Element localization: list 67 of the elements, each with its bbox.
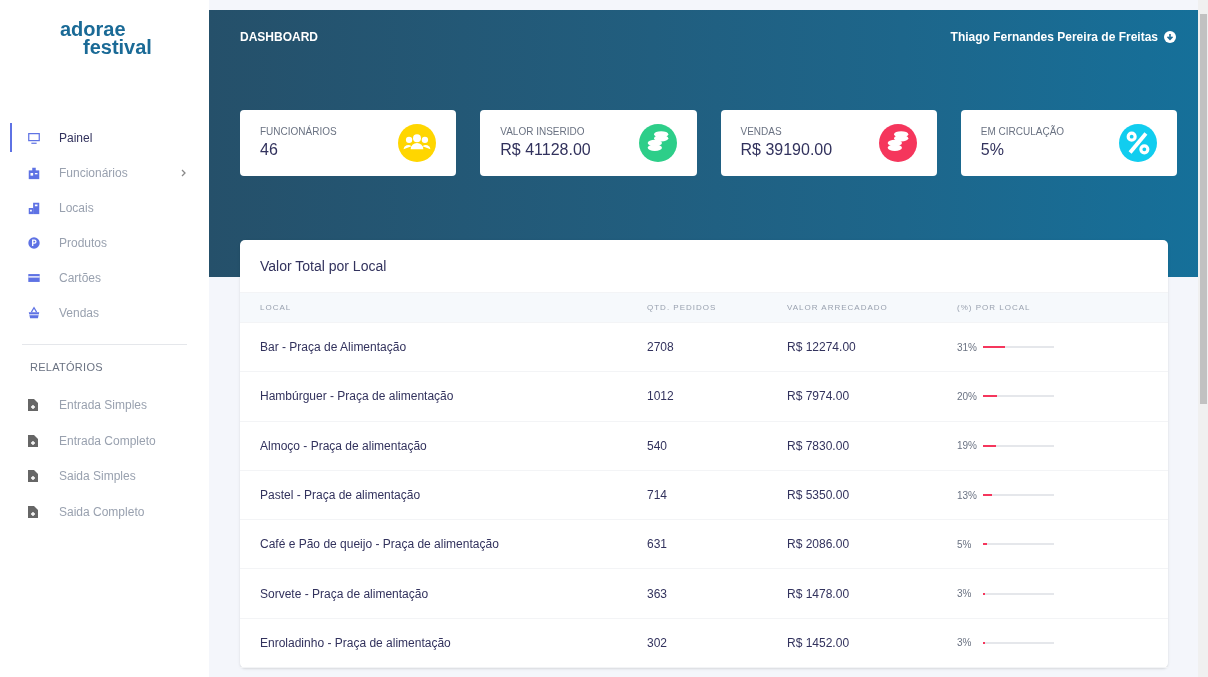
file-plus-icon bbox=[27, 398, 39, 413]
table-cell-text: 714 bbox=[647, 487, 669, 505]
nav-item[interactable]: Painel bbox=[0, 120, 209, 155]
section-title: RELATÓRIOS bbox=[29, 360, 104, 375]
table-cell-text: Pastel - Praça de alimentação bbox=[260, 487, 422, 505]
table-title: Valor Total por Local bbox=[259, 256, 388, 276]
monitor-icon bbox=[27, 130, 41, 145]
basket-icon bbox=[27, 305, 41, 320]
nav-item[interactable]: Vendas bbox=[0, 295, 209, 330]
stat-label: EM CIRCULAÇÃO bbox=[980, 125, 1065, 139]
table-cell-text: Bar - Praça de Alimentação bbox=[260, 339, 408, 357]
percent-label: 13% bbox=[957, 488, 978, 503]
table-cell-text: 302 bbox=[647, 634, 669, 652]
table-cell-text: R$ 5350.00 bbox=[787, 487, 851, 505]
stat-label: VALOR INSERIDO bbox=[500, 125, 586, 139]
column-header: LOCAL bbox=[260, 301, 293, 314]
table-cell-text: 540 bbox=[647, 437, 669, 455]
table-cell-text: R$ 7974.00 bbox=[787, 388, 851, 406]
logo-text: festival bbox=[82, 38, 153, 56]
table-cell-text: R$ 1478.00 bbox=[787, 585, 851, 603]
column-header: VALOR ARRECADADO bbox=[787, 301, 889, 314]
percent-label: 20% bbox=[957, 389, 978, 404]
p-icon bbox=[27, 235, 41, 250]
table-cell-text: 363 bbox=[647, 585, 669, 603]
nav-item[interactable]: Produtos bbox=[0, 225, 209, 260]
column-header: QTD. PEDIDOS bbox=[647, 301, 718, 314]
file-plus-icon bbox=[27, 469, 39, 484]
report-item[interactable]: Entrada Completo bbox=[0, 423, 209, 459]
percent-label: 19% bbox=[957, 439, 978, 454]
table-cell-text: 2708 bbox=[647, 339, 675, 357]
stat-label: VENDAS bbox=[740, 125, 783, 139]
badge-icon bbox=[27, 165, 41, 180]
table-cell-text: 631 bbox=[647, 536, 669, 554]
nav-item[interactable]: Funcionários bbox=[0, 155, 209, 190]
table-cell-text: 1012 bbox=[647, 388, 675, 406]
user-menu[interactable]: Thiago Fernandes Pereira de Freitas bbox=[950, 28, 1176, 46]
percent-label: 3% bbox=[957, 587, 973, 602]
table-cell-text: R$ 12274.00 bbox=[787, 339, 857, 357]
report-item[interactable]: Saida Completo bbox=[0, 494, 209, 530]
table-cell-text: Hambúrguer - Praça de alimentação bbox=[260, 388, 455, 406]
table-cell-text: Almoço - Praça de alimentação bbox=[260, 437, 428, 455]
table-cell-text: Café e Pão de queijo - Praça de alimentação bbox=[260, 536, 500, 554]
chevron-down-icon bbox=[1164, 31, 1176, 43]
column-header: (%) POR LOCAL bbox=[957, 301, 1032, 314]
nav-item[interactable]: Locais bbox=[0, 190, 209, 225]
stat-value: 46 bbox=[260, 140, 279, 160]
report-item[interactable]: Saida Simples bbox=[0, 458, 209, 494]
stat-value: 5% bbox=[980, 140, 1005, 160]
percent-label: 3% bbox=[957, 636, 973, 651]
table-cell-text: R$ 2086.00 bbox=[787, 536, 851, 554]
stat-label: FUNCIONÁRIOS bbox=[260, 125, 337, 139]
table-cell-text: Sorvete - Praça de alimentação bbox=[260, 585, 430, 603]
page-title: DASHBOARD bbox=[240, 29, 318, 46]
logo-text: adorae bbox=[60, 20, 126, 38]
scrollbar[interactable] bbox=[1198, 0, 1208, 677]
stat-value: R$ 39190.00 bbox=[740, 140, 833, 160]
table-cell-text: Enroladinho - Praça de alimentação bbox=[260, 634, 452, 652]
report-item[interactable]: Entrada Simples bbox=[0, 387, 209, 423]
percent-label: 5% bbox=[957, 537, 973, 552]
building-icon bbox=[27, 200, 41, 215]
percent-label: 31% bbox=[957, 340, 978, 355]
table-cell-text: R$ 7830.00 bbox=[787, 437, 851, 455]
file-plus-icon bbox=[27, 433, 39, 448]
nav-item[interactable]: Cartões bbox=[0, 260, 209, 295]
stat-value: R$ 41128.00 bbox=[500, 140, 591, 160]
table-cell-text: R$ 1452.00 bbox=[787, 634, 851, 652]
file-plus-icon bbox=[27, 504, 39, 519]
